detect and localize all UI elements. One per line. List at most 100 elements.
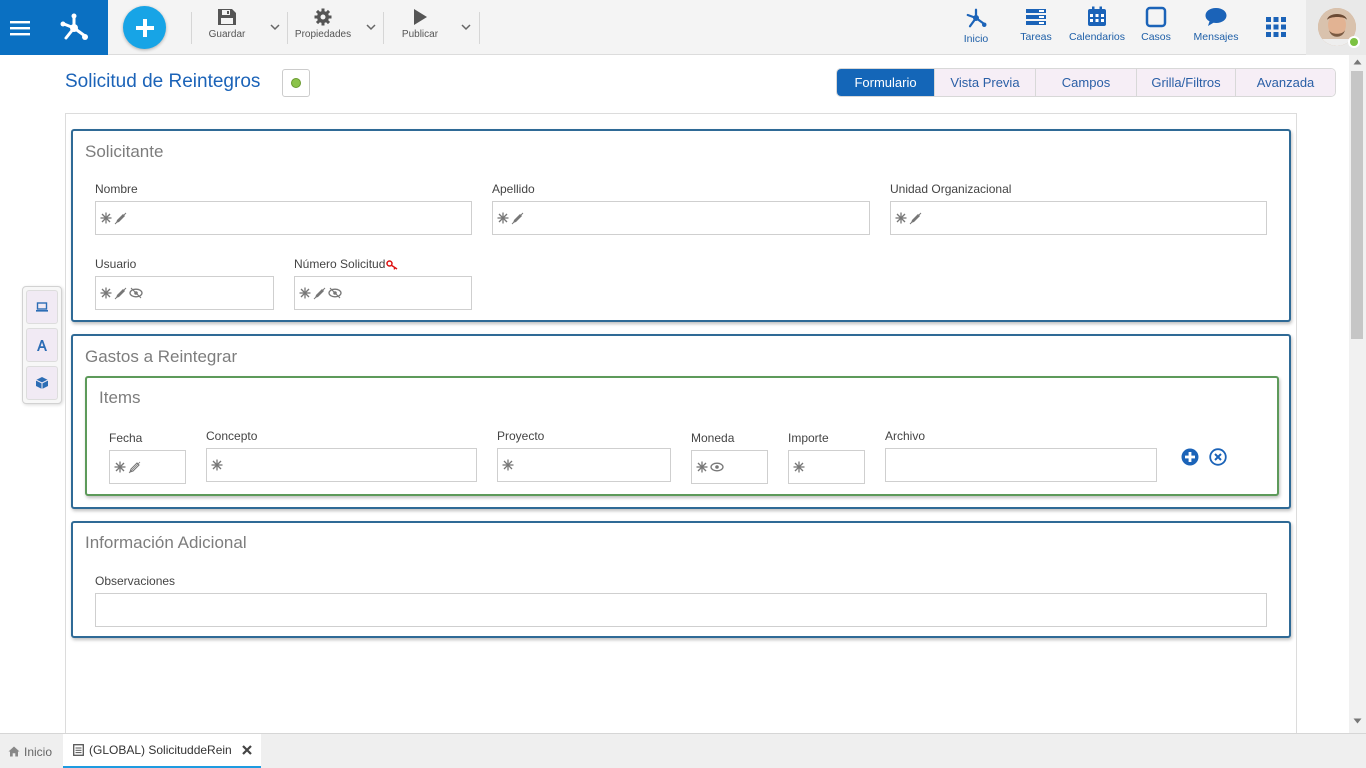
- properties-button[interactable]: Propiedades: [290, 8, 356, 48]
- project-column-field[interactable]: [497, 448, 671, 482]
- chevron-down-icon[interactable]: [461, 22, 471, 32]
- items-grid[interactable]: Items Fecha Concepto Proyecto Moneda Imp…: [85, 376, 1279, 496]
- eye-icon: [129, 287, 143, 299]
- currency-column-field[interactable]: [691, 450, 768, 484]
- plus-icon: [135, 18, 154, 37]
- pencil-icon: [114, 287, 127, 299]
- asterisk-icon: [793, 461, 805, 473]
- play-icon: [414, 9, 427, 25]
- nav-calendars[interactable]: Calendarios: [1066, 6, 1128, 43]
- key-icon: [386, 260, 398, 270]
- publish-button[interactable]: Publicar: [398, 8, 442, 48]
- hamburger-icon: [10, 20, 30, 35]
- column-label: Importe: [788, 431, 829, 445]
- asterisk-icon: [497, 212, 509, 224]
- nav-home[interactable]: Inicio: [956, 6, 996, 45]
- toolbox-text-button[interactable]: [26, 328, 58, 362]
- section-title: Información Adicional: [85, 533, 247, 552]
- asterisk-icon: [100, 212, 112, 224]
- gear-icon: [314, 8, 332, 26]
- column-label: Concepto: [206, 429, 258, 443]
- date-column-field[interactable]: [109, 450, 186, 484]
- asterisk-icon: [502, 459, 514, 471]
- cube-icon: [35, 377, 49, 389]
- user-profile[interactable]: [1306, 0, 1366, 55]
- bottom-tab-document-label: (GLOBAL) SolicituddeRein: [89, 743, 232, 757]
- network-icon: [966, 8, 987, 28]
- app-logo[interactable]: [40, 0, 108, 55]
- toolbar-separator: [479, 12, 480, 44]
- asterisk-icon: [211, 459, 223, 471]
- save-label: Guardar: [208, 29, 246, 40]
- column-label: Archivo: [885, 429, 926, 443]
- nav-cases[interactable]: Casos: [1138, 6, 1174, 43]
- section-title: Solicitante: [85, 142, 164, 161]
- file-column-field[interactable]: [885, 448, 1157, 482]
- field-label: Unidad Organizacional: [890, 182, 1012, 196]
- chevron-down-icon[interactable]: [366, 22, 376, 32]
- concept-column-field[interactable]: [206, 448, 477, 482]
- request-number-field[interactable]: [294, 276, 472, 310]
- designer-toolbox: [22, 286, 62, 404]
- font-icon: [37, 340, 47, 351]
- tab-form[interactable]: Formulario: [837, 69, 935, 96]
- bottom-tab-home[interactable]: Inicio: [0, 734, 62, 768]
- publish-label: Publicar: [401, 29, 439, 40]
- add-row-icon[interactable]: [1181, 448, 1199, 466]
- pencil-icon: [511, 212, 524, 224]
- nav-messages[interactable]: Mensajes: [1190, 6, 1242, 43]
- toolbox-controls-button[interactable]: [26, 290, 58, 324]
- home-icon: [8, 746, 20, 757]
- user-field[interactable]: [95, 276, 274, 310]
- grid-icon[interactable]: [1266, 17, 1286, 37]
- request-number-label: Número Solicitud: [294, 257, 386, 271]
- save-button[interactable]: Guardar: [205, 8, 249, 48]
- vertical-scrollbar[interactable]: [1349, 55, 1366, 733]
- toolbox-entities-button[interactable]: [26, 366, 58, 400]
- status-button[interactable]: [282, 69, 310, 97]
- org-unit-field[interactable]: [890, 201, 1267, 235]
- tab-grid-filters[interactable]: Grilla/Filtros: [1137, 69, 1236, 96]
- chevron-down-icon[interactable]: [270, 22, 280, 32]
- main-menu-button[interactable]: [0, 0, 40, 55]
- square-icon: [1145, 6, 1167, 28]
- tab-fields[interactable]: Campos: [1036, 69, 1137, 96]
- tab-advanced[interactable]: Avanzada: [1236, 69, 1335, 96]
- section-additional-info[interactable]: Información Adicional Observaciones: [71, 521, 1291, 638]
- scroll-up-icon[interactable]: [1353, 59, 1362, 65]
- nav-cases-label: Casos: [1141, 31, 1171, 43]
- online-status-dot: [1348, 36, 1360, 48]
- eye-icon: [328, 287, 342, 299]
- grid-title: Items: [99, 388, 141, 407]
- laptop-icon: [36, 302, 48, 312]
- section-expenses[interactable]: Gastos a Reintegrar Items Fecha Concepto…: [71, 334, 1291, 509]
- nav-tasks[interactable]: Tareas: [1016, 6, 1056, 43]
- list-icon: [1026, 9, 1046, 25]
- calendar-icon: [1088, 6, 1106, 26]
- last-name-field[interactable]: [492, 201, 870, 235]
- toolbar-separator: [191, 12, 192, 44]
- nav-tasks-label: Tareas: [1020, 31, 1052, 43]
- bottom-tab-bar: Inicio (GLOBAL) SolicituddeRein: [0, 733, 1366, 768]
- field-label: Observaciones: [95, 574, 176, 588]
- scrollbar-thumb[interactable]: [1351, 71, 1363, 339]
- field-label: Apellido: [492, 182, 535, 196]
- remove-row-icon[interactable]: [1209, 448, 1227, 466]
- section-applicant[interactable]: Solicitante Nombre Apellido Unidad Organ…: [71, 129, 1291, 322]
- close-icon[interactable]: [241, 745, 252, 755]
- column-label: Proyecto: [497, 429, 545, 443]
- amount-column-field[interactable]: [788, 450, 865, 484]
- network-logo-icon: [60, 13, 88, 40]
- add-button[interactable]: [123, 6, 166, 49]
- asterisk-icon: [100, 287, 112, 299]
- bottom-tab-document[interactable]: (GLOBAL) SolicituddeRein: [63, 734, 261, 768]
- pencil-icon: [313, 287, 326, 299]
- scroll-down-icon[interactable]: [1353, 718, 1362, 724]
- field-label: Usuario: [95, 257, 137, 271]
- nav-home-label: Inicio: [963, 33, 989, 45]
- notes-field[interactable]: [95, 593, 1267, 627]
- first-name-field[interactable]: [95, 201, 472, 235]
- floppy-disk-icon: [218, 9, 236, 25]
- tab-preview[interactable]: Vista Previa: [935, 69, 1036, 96]
- view-tabs: Formulario Vista Previa Campos Grilla/Fi…: [836, 68, 1336, 97]
